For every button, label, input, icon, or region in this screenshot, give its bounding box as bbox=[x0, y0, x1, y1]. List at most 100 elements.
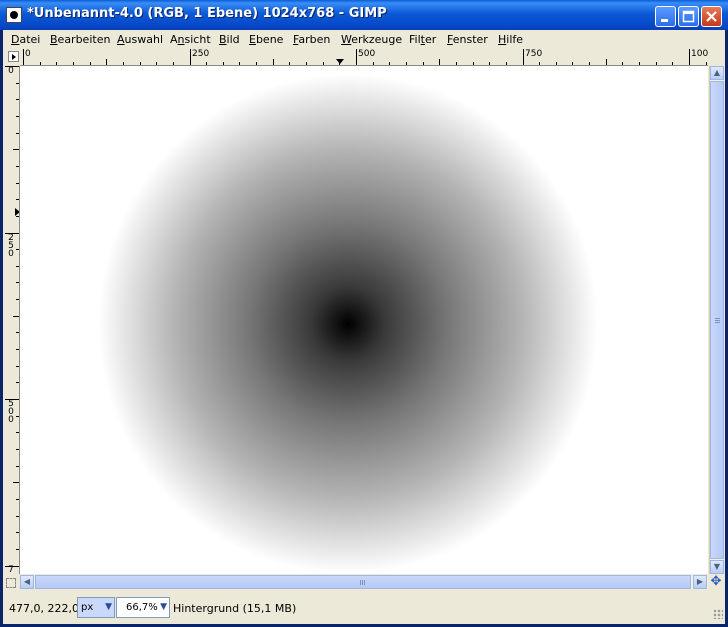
close-icon bbox=[706, 11, 717, 22]
ruler-tick bbox=[572, 62, 574, 65]
ruler-tick bbox=[622, 62, 624, 65]
menu-ansicht[interactable]: Ansicht bbox=[170, 33, 211, 46]
resize-grip[interactable] bbox=[713, 609, 723, 619]
ruler-tick bbox=[139, 62, 141, 65]
scroll-left-button[interactable]: ◀ bbox=[20, 575, 34, 589]
ruler-tick bbox=[206, 62, 208, 65]
ruler-tick bbox=[5, 66, 19, 67]
ruler-tick bbox=[539, 62, 541, 65]
ruler-tick bbox=[16, 265, 19, 267]
ruler-tick bbox=[156, 62, 158, 65]
ruler-tick bbox=[13, 315, 19, 317]
window-title: *Unbenannt-4.0 (RGB, 1 Ebene) 1024x768 -… bbox=[27, 6, 387, 21]
radial-gradient-image bbox=[98, 74, 598, 574]
ruler-tick bbox=[605, 59, 607, 65]
ruler-tick bbox=[472, 62, 474, 65]
ruler-tick bbox=[256, 62, 258, 65]
menu-fenster[interactable]: Fenster bbox=[447, 33, 488, 46]
status-message: Hintergrund (15,1 MB) bbox=[173, 602, 297, 615]
minimize-button[interactable] bbox=[655, 6, 676, 27]
ruler-tick bbox=[16, 99, 19, 101]
pointer-coordinates: 477,0, 222,0 bbox=[9, 602, 79, 615]
ruler-tick bbox=[122, 62, 124, 65]
ruler-tick bbox=[189, 49, 191, 65]
ruler-tick bbox=[356, 49, 357, 65]
ruler-tick bbox=[72, 62, 74, 65]
menu-datei[interactable]: Datei bbox=[11, 33, 40, 46]
close-button[interactable] bbox=[701, 6, 722, 27]
zoom-select[interactable]: 66,7% ▼ bbox=[116, 597, 170, 618]
ruler-tick bbox=[16, 515, 19, 517]
ruler-tick bbox=[16, 432, 19, 434]
vertical-ruler[interactable]: 0 2 5 0 5 0 0 7 bbox=[5, 66, 20, 574]
ruler-tick bbox=[56, 62, 58, 65]
ruler-tick bbox=[689, 49, 690, 65]
menu-werkzeuge[interactable]: Werkzeuge bbox=[341, 33, 402, 46]
horizontal-scroll-thumb[interactable] bbox=[35, 575, 691, 589]
unit-select[interactable]: px ▼ bbox=[77, 597, 115, 618]
vertical-scrollbar[interactable]: ▲ ▼ bbox=[709, 66, 724, 574]
ruler-tick bbox=[555, 62, 557, 65]
menu-bild[interactable]: Bild bbox=[219, 33, 240, 46]
ruler-tick bbox=[16, 215, 19, 217]
ruler-tick bbox=[16, 132, 19, 134]
ruler-h-label: 0 bbox=[25, 49, 31, 59]
ruler-h-label: 500 bbox=[358, 49, 376, 59]
quick-mask-toggle[interactable] bbox=[6, 578, 16, 588]
ruler-h-label: 750 bbox=[525, 49, 543, 59]
ruler-tick bbox=[16, 115, 19, 117]
scroll-right-button[interactable]: ▶ bbox=[693, 575, 707, 589]
ruler-tick bbox=[13, 149, 19, 151]
title-bar[interactable]: *Unbenannt-4.0 (RGB, 1 Ebene) 1024x768 -… bbox=[0, 0, 728, 30]
ruler-tick bbox=[405, 62, 407, 65]
ruler-h-label: 100 bbox=[691, 49, 708, 59]
scroll-up-button[interactable]: ▲ bbox=[710, 66, 724, 80]
ruler-tick bbox=[16, 349, 19, 350]
ruler-tick bbox=[705, 62, 707, 65]
ruler-tick bbox=[306, 62, 307, 65]
menu-bearbeiten[interactable]: Bearbeiten bbox=[50, 33, 110, 46]
ruler-tick bbox=[339, 62, 341, 65]
menu-hilfe[interactable]: Hilfe bbox=[498, 33, 523, 46]
image-menu-button[interactable] bbox=[8, 51, 19, 62]
image-canvas[interactable] bbox=[20, 66, 708, 574]
ruler-tick bbox=[16, 382, 19, 384]
ruler-tick bbox=[16, 299, 19, 301]
ruler-tick bbox=[655, 62, 657, 65]
ruler-tick bbox=[372, 62, 374, 65]
ruler-tick bbox=[23, 49, 24, 65]
ruler-tick bbox=[16, 365, 19, 367]
status-bar: 477,0, 222,0 px ▼ 66,7% ▼ Hintergrund (1… bbox=[3, 595, 725, 621]
menu-farben[interactable]: Farben bbox=[293, 33, 330, 46]
ruler-tick bbox=[222, 62, 224, 65]
ruler-tick bbox=[422, 62, 424, 65]
ruler-tick bbox=[16, 415, 19, 417]
ruler-tick bbox=[13, 482, 19, 484]
ruler-tick bbox=[16, 165, 19, 167]
scroll-down-button[interactable]: ▼ bbox=[710, 560, 724, 574]
maximize-icon bbox=[682, 10, 695, 23]
ruler-tick bbox=[439, 59, 441, 65]
ruler-tick bbox=[272, 59, 274, 65]
menu-ebene[interactable]: Ebene bbox=[249, 33, 283, 46]
ruler-tick bbox=[5, 399, 19, 400]
ruler-v-label: 5 0 0 bbox=[8, 399, 14, 425]
gimp-image-icon[interactable] bbox=[6, 7, 22, 23]
maximize-button[interactable] bbox=[678, 6, 699, 27]
horizontal-ruler[interactable]: 0 250 500 750 100 bbox=[20, 49, 708, 66]
ruler-tick bbox=[639, 62, 640, 65]
ruler-tick bbox=[16, 465, 19, 467]
ruler-h-label: 250 bbox=[192, 49, 210, 59]
ruler-tick bbox=[89, 62, 91, 65]
menu-filter[interactable]: Filter bbox=[409, 33, 436, 46]
chevron-down-icon: ▼ bbox=[105, 602, 112, 612]
menu-auswahl[interactable]: Auswahl bbox=[117, 33, 163, 46]
ruler-v-label: 2 5 0 bbox=[8, 233, 14, 259]
ruler-tick bbox=[16, 332, 19, 334]
vertical-scroll-thumb[interactable] bbox=[710, 81, 724, 559]
horizontal-scrollbar[interactable]: ◀ ▶ bbox=[20, 575, 708, 589]
navigate-icon[interactable]: ✥ bbox=[709, 575, 723, 589]
ruler-tick bbox=[389, 62, 391, 65]
ruler-tick bbox=[16, 82, 19, 84]
ruler-tick bbox=[16, 282, 19, 284]
